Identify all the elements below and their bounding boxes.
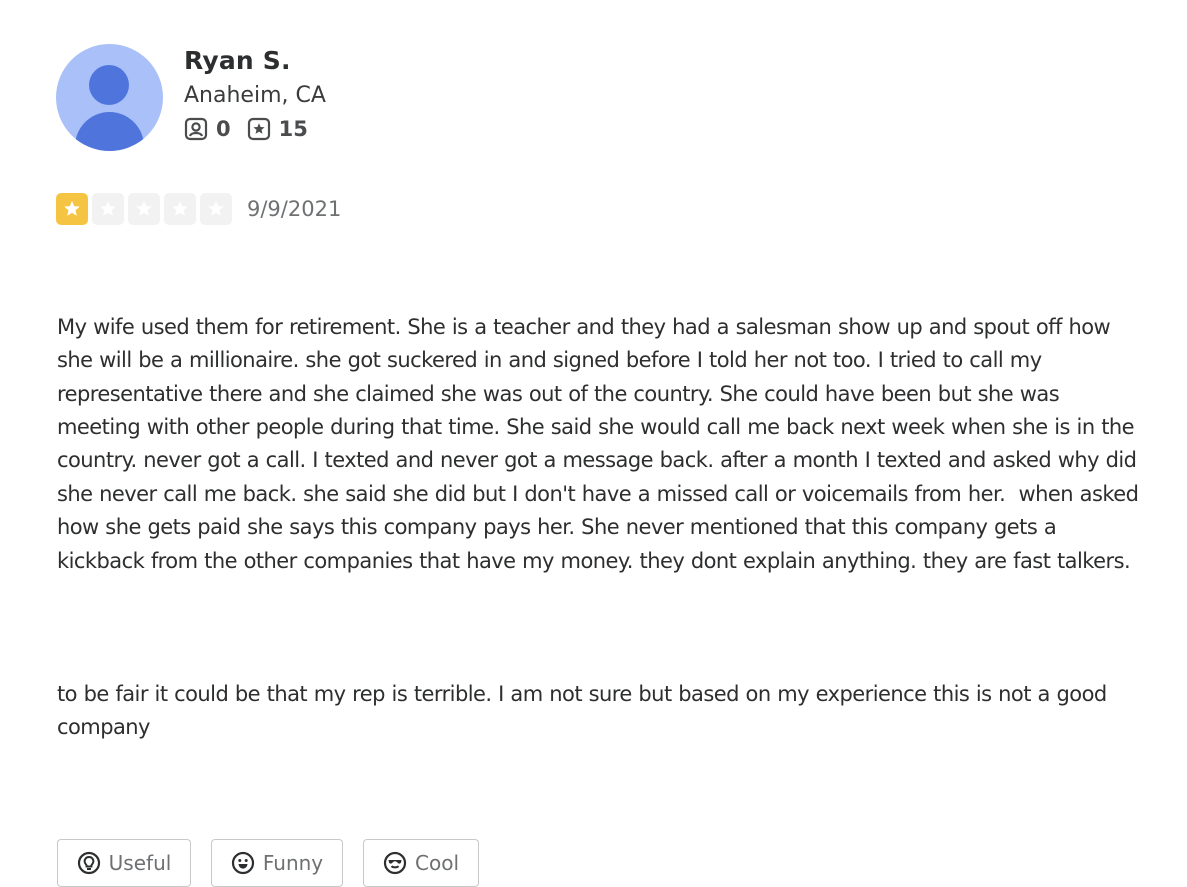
review-date: 9/9/2021	[247, 197, 342, 221]
user-avatar[interactable]	[56, 44, 163, 151]
review-card: Ryan S. Anaheim, CA 0 15 9/9/2021 My wif…	[56, 44, 1147, 887]
star-icon	[100, 200, 116, 216]
avatar-body-shape	[75, 112, 144, 151]
review-text: My wife used them for retirement. She is…	[57, 244, 1147, 812]
lightbulb-icon	[77, 851, 100, 874]
star-icon	[136, 200, 152, 216]
review-star-icon	[247, 117, 270, 141]
user-stats: 0 15	[184, 117, 326, 141]
avatar-head-shape	[89, 65, 129, 105]
star-empty	[92, 193, 124, 225]
star-icon	[208, 200, 224, 216]
star-icon	[172, 200, 188, 216]
user-passport: Ryan S. Anaheim, CA 0 15	[56, 44, 1147, 151]
review-paragraph: to be fair it could be that my rep is te…	[57, 681, 1114, 740]
star-empty	[128, 193, 160, 225]
reaction-buttons: Useful Funny Cool	[57, 838, 1147, 887]
star-filled	[56, 193, 88, 225]
cool-label: Cool	[415, 850, 459, 875]
review-paragraph: My wife used them for retirement. She is…	[57, 314, 1146, 573]
useful-button[interactable]: Useful	[57, 838, 191, 887]
rating-row: 9/9/2021	[56, 193, 1147, 225]
friends-icon	[184, 117, 208, 141]
star-empty	[164, 193, 196, 225]
friends-count: 0	[216, 117, 231, 141]
friends-stat: 0	[184, 117, 231, 141]
useful-label: Useful	[108, 850, 172, 875]
sunglasses-face-icon	[383, 851, 407, 874]
user-name[interactable]: Ryan S.	[184, 45, 326, 77]
reviews-stat: 15	[247, 117, 308, 141]
reviews-count: 15	[278, 117, 308, 141]
star-icon	[64, 200, 80, 216]
star-empty	[200, 193, 232, 225]
funny-label: Funny	[262, 850, 324, 875]
star-rating	[56, 193, 236, 225]
user-location: Anaheim, CA	[184, 83, 326, 108]
user-info: Ryan S. Anaheim, CA 0 15	[184, 45, 326, 141]
cool-button[interactable]: Cool	[363, 838, 479, 887]
smiley-icon	[231, 851, 254, 874]
funny-button[interactable]: Funny	[211, 838, 343, 887]
